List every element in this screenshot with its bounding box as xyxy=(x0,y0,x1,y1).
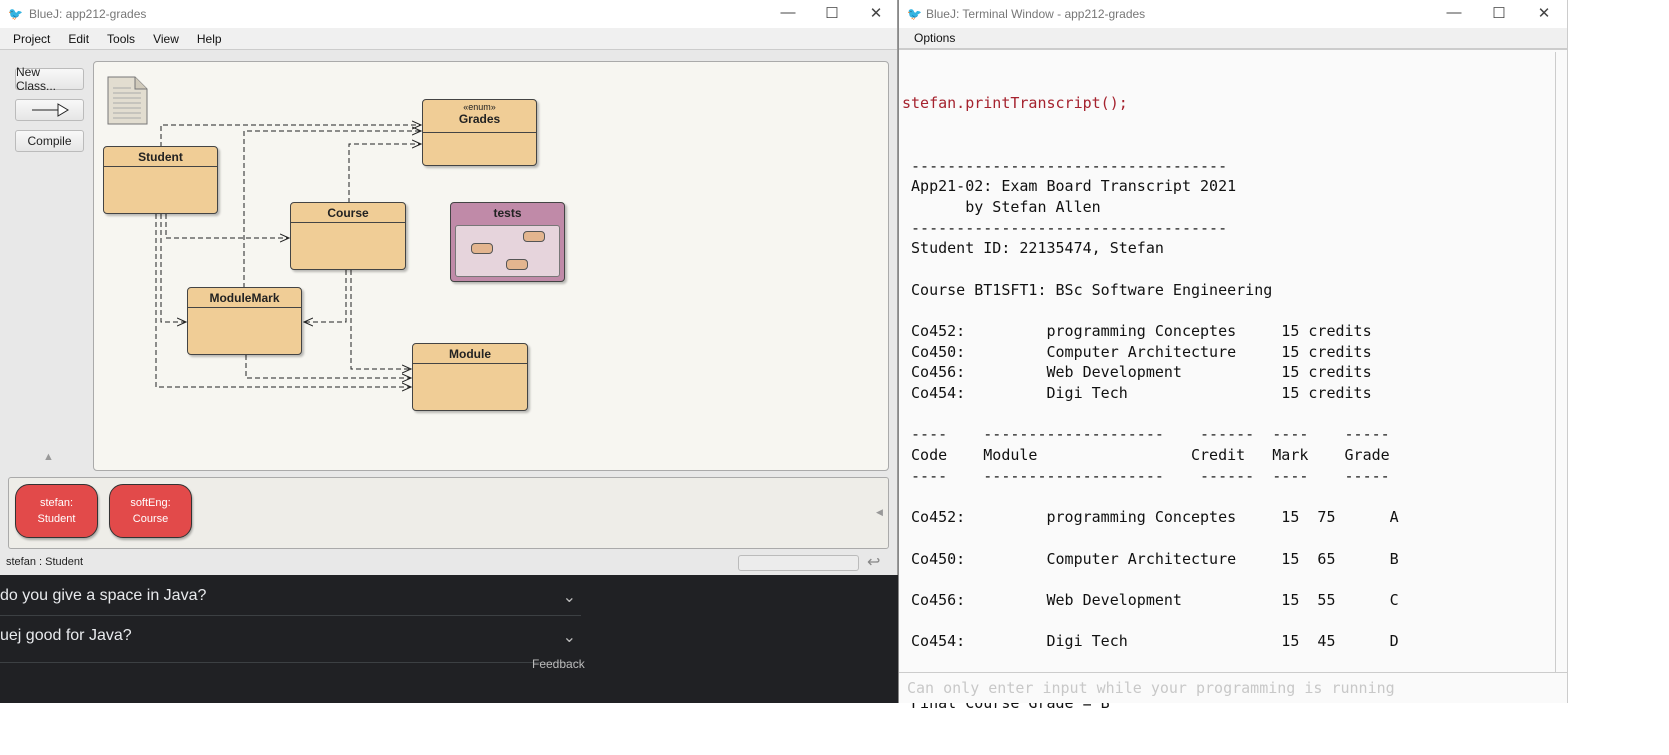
class-student[interactable]: Student xyxy=(103,146,218,214)
menu-project[interactable]: Project xyxy=(4,32,59,46)
package-tests[interactable]: tests xyxy=(450,202,565,282)
menu-tools[interactable]: Tools xyxy=(98,32,144,46)
terminal-input[interactable]: Can only enter input while your programm… xyxy=(899,672,1567,703)
class-name: Student xyxy=(104,147,217,167)
object-name: stefan: xyxy=(39,497,74,509)
close-button[interactable]: ✕ xyxy=(1534,4,1554,22)
terminal-line: Course BT1SFT1: BSc Software Engineering xyxy=(902,280,1273,299)
terminal-line: Student ID: 22135474, Stefan xyxy=(902,239,1164,258)
terminal-title-bar: 🐦 BlueJ: Terminal Window - app212-grades… xyxy=(899,0,1567,28)
terminal-line: ---- -------------------- ------ ---- --… xyxy=(902,425,1390,444)
object-type: Student xyxy=(37,513,76,525)
object-softeng[interactable]: softEng: Course xyxy=(109,484,192,538)
terminal-window: 🐦 BlueJ: Terminal Window - app212-grades… xyxy=(898,0,1568,712)
chevron-down-icon: ⌄ xyxy=(562,629,576,646)
menu-edit[interactable]: Edit xyxy=(59,32,98,46)
terminal-input-placeholder: Can only enter input while your programm… xyxy=(907,679,1395,697)
main-window: 🐦 BlueJ: app212-grades — ☐ ✕ Project Edi… xyxy=(0,0,898,575)
class-diagram-canvas[interactable]: «enum» Grades Student Course tests Modul… xyxy=(93,61,889,471)
object-stefan[interactable]: stefan: Student xyxy=(15,484,98,538)
chevron-down-icon: ⌄ xyxy=(562,589,576,606)
course-grades-arrow xyxy=(348,144,421,203)
minimize-button[interactable]: — xyxy=(1444,4,1464,21)
terminal-line: Co450: Computer Architecture 15 credits xyxy=(902,342,1372,361)
menu-view[interactable]: View xyxy=(144,32,188,46)
command-line: stefan.printTranscript(); xyxy=(902,94,1128,113)
terminal-line: Co452: programming Conceptes 15 credits xyxy=(902,322,1372,341)
menu-bar: Project Edit Tools View Help xyxy=(0,28,897,50)
terminal-scrollbar[interactable] xyxy=(1555,52,1556,672)
class-grades[interactable]: «enum» Grades xyxy=(422,99,537,166)
terminal-menu-bar: Options xyxy=(899,28,1567,50)
inheritance-arrow-icon xyxy=(31,103,69,117)
terminal-line: Co450: Computer Architecture 15 65 B xyxy=(902,549,1399,568)
terminal-line: ----------------------------------- xyxy=(902,156,1228,175)
menu-help[interactable]: Help xyxy=(188,32,231,46)
bluej-logo-icon: 🐦 xyxy=(907,7,922,21)
window-title: BlueJ: Terminal Window - app212-grades xyxy=(925,7,1146,21)
object-type: Course xyxy=(132,513,169,525)
course-module-arrow xyxy=(350,270,411,369)
progress-bar xyxy=(738,555,859,571)
main-title-bar: 🐦 BlueJ: app212-grades — ☐ ✕ xyxy=(0,0,897,28)
status-text: stefan : Student xyxy=(6,556,84,568)
terminal-line: Code Module Credit Mark Grade xyxy=(902,446,1390,465)
class-name: Course xyxy=(291,203,405,223)
course-modulemark-arrow xyxy=(304,270,347,322)
modulemark-module-arrow xyxy=(245,355,411,378)
class-name: Module xyxy=(413,344,527,364)
terminal-line: Co454: Digi Tech 15 credits xyxy=(902,384,1372,403)
bench-scroll-left-icon[interactable]: ◀ xyxy=(876,507,883,518)
terminal-line: by Stefan Allen xyxy=(902,197,1101,216)
maximize-button[interactable]: ☐ xyxy=(822,4,842,22)
collapse-triangle-icon[interactable]: ▲ xyxy=(43,451,54,463)
class-course[interactable]: Course xyxy=(290,202,406,270)
menu-options[interactable]: Options xyxy=(905,31,964,45)
terminal-line: Co454: Digi Tech 15 45 D xyxy=(902,632,1399,651)
terminal-line: ---- -------------------- ------ ---- --… xyxy=(902,466,1390,485)
bluej-logo-icon: 🐦 xyxy=(8,7,23,21)
close-button[interactable]: ✕ xyxy=(866,4,886,22)
terminal-line: ----------------------------------- xyxy=(902,218,1228,237)
feedback-link[interactable]: Feedback xyxy=(532,657,585,671)
enum-stereotype: «enum» xyxy=(463,102,496,112)
minimize-button[interactable]: — xyxy=(778,4,798,21)
faq-question: do you give a space in Java? xyxy=(0,587,207,604)
class-name: ModuleMark xyxy=(188,288,301,308)
class-modulemark[interactable]: ModuleMark xyxy=(187,287,302,355)
terminal-line: Co456: Web Development 15 credits xyxy=(902,363,1372,382)
faq-item[interactable]: do you give a space in Java? ⌄ xyxy=(0,587,581,616)
class-name: Grades xyxy=(458,112,501,126)
terminal-output[interactable]: stefan.printTranscript(); --------------… xyxy=(902,52,1552,712)
faq-question: uej good for Java? xyxy=(0,627,132,644)
class-module[interactable]: Module xyxy=(412,343,528,411)
window-title: BlueJ: app212-grades xyxy=(28,7,147,21)
new-arrow-button[interactable] xyxy=(15,99,84,121)
compile-button[interactable]: Compile xyxy=(15,130,84,152)
faq-item[interactable]: uej good for Java? ⌄ xyxy=(0,627,581,663)
maximize-button[interactable]: ☐ xyxy=(1489,4,1509,22)
terminal-line: App21-02: Exam Board Transcript 2021 xyxy=(902,177,1237,196)
terminal-line: Co456: Web Development 15 55 C xyxy=(902,590,1399,609)
new-class-button[interactable]: New Class... xyxy=(15,65,84,93)
readme-document-icon[interactable] xyxy=(107,76,149,126)
student-modulemark-arrow xyxy=(160,214,186,322)
reset-machine-icon[interactable]: ↩ xyxy=(867,552,880,572)
background-page: do you give a space in Java? ⌄ uej good … xyxy=(0,575,898,703)
student-course-arrow xyxy=(165,214,289,238)
object-name: softEng: xyxy=(130,497,171,509)
terminal-line: Co452: programming Conceptes 15 75 A xyxy=(902,508,1399,527)
package-name: tests xyxy=(493,206,522,220)
